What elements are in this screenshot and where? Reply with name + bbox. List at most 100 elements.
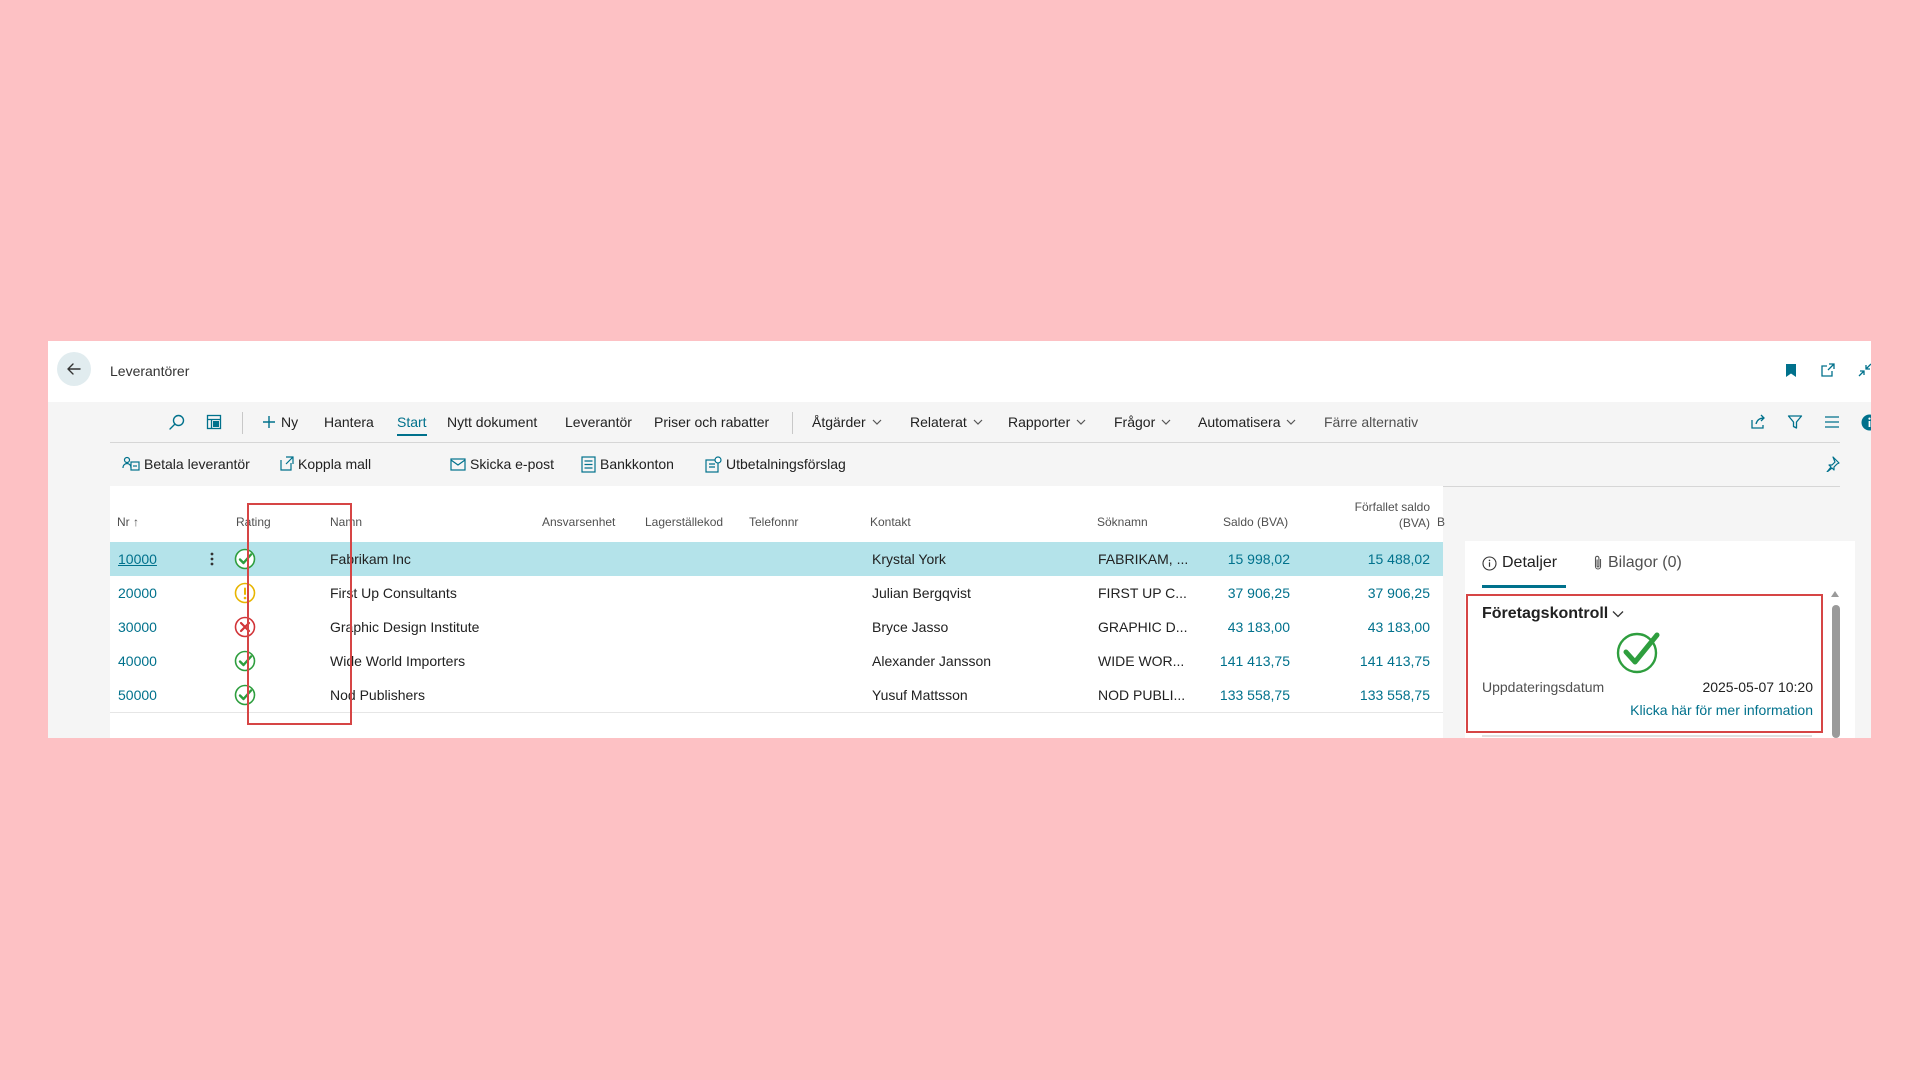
email-icon	[450, 457, 466, 471]
fewer-options-label: Färre alternativ	[1324, 414, 1419, 430]
chevron-down-icon	[1161, 419, 1171, 425]
vendor-balance[interactable]: 141 413,75	[1170, 644, 1290, 678]
vendor-contact: Julian Bergqvist	[872, 585, 971, 601]
new-button-label: Ny	[281, 414, 299, 430]
chevron-down-icon	[872, 419, 882, 425]
arrow-left-icon	[67, 363, 81, 375]
column-header-soknamn-label: Söknamn	[1097, 515, 1148, 529]
list-view-icon	[1825, 416, 1839, 428]
new-button[interactable]: Ny	[262, 402, 298, 442]
row-menu-button[interactable]	[210, 542, 214, 576]
column-header-saldo[interactable]: Saldo (BVA)	[1223, 515, 1288, 529]
column-header-telefonnr-label: Telefonnr	[749, 515, 799, 529]
menu-rapporter[interactable]: Rapporter	[1008, 402, 1086, 442]
separator	[792, 412, 793, 434]
column-header-nr-label: Nr	[117, 515, 130, 529]
send-email-label: Skicka e-post	[470, 456, 555, 472]
tab-start-label: Start	[397, 414, 427, 430]
vendor-overdue-balance[interactable]: 133 558,75	[1310, 678, 1430, 712]
vendor-balance[interactable]: 133 558,75	[1170, 678, 1290, 712]
column-header-forfallet-saldo[interactable]: Förfallet saldo (BVA)	[1330, 499, 1430, 531]
pay-vendor-button[interactable]: Betala leverantör	[122, 442, 250, 486]
menu-atgarder-label: Åtgärder	[812, 414, 866, 430]
menu-automatisera-label: Automatisera	[1198, 414, 1281, 430]
pin-actions-button[interactable]	[1824, 442, 1844, 486]
fewer-options-button[interactable]: Färre alternativ	[1324, 402, 1418, 442]
vendor-overdue-balance[interactable]: 37 906,25	[1310, 576, 1430, 610]
tab-hantera[interactable]: Hantera	[324, 402, 374, 442]
menu-rapporter-label: Rapporter	[1008, 414, 1071, 430]
bank-accounts-label: Bankkonton	[600, 456, 674, 472]
tab-priser-label: Priser och rabatter	[654, 414, 770, 430]
search-button[interactable]	[168, 402, 186, 442]
column-header-forfallet-unit: (BVA)	[1398, 516, 1430, 530]
send-email-button[interactable]: Skicka e-post	[450, 442, 554, 486]
column-header-ansvarsenhet[interactable]: Ansvarsenhet	[542, 515, 615, 529]
vendor-overdue-balance[interactable]: 43 183,00	[1310, 610, 1430, 644]
menu-fragor[interactable]: Frågor	[1114, 402, 1171, 442]
payment-suggestion-button[interactable]: Utbetalningsförslag	[705, 442, 846, 486]
plus-icon	[263, 416, 275, 428]
menu-atgarder[interactable]: Åtgärder	[812, 402, 882, 442]
collapse-button[interactable]	[1856, 361, 1871, 379]
chevron-down-icon	[973, 419, 983, 425]
column-header-lagerstallekod[interactable]: Lagerställekod	[645, 515, 723, 529]
vendor-balance[interactable]: 15 998,02	[1170, 542, 1290, 576]
tab-nytt-dokument[interactable]: Nytt dokument	[447, 402, 537, 442]
info-icon	[1861, 414, 1871, 430]
tab-bilagor[interactable]: Bilagor (0)	[1593, 541, 1682, 585]
vendor-no-link[interactable]: 40000	[118, 644, 157, 678]
column-header-b[interactable]: B	[1437, 515, 1445, 529]
scroll-up-icon[interactable]	[1831, 591, 1839, 597]
vendor-contact: Alexander Jansson	[872, 653, 992, 669]
factbox-pane: Detaljer Bilagor (0) Företagskontroll Up…	[1465, 541, 1855, 738]
collapse-icon	[1858, 363, 1871, 377]
vendor-overdue-balance[interactable]: 15 488,02	[1310, 542, 1430, 576]
title-bar: Leverantörer	[48, 341, 1871, 402]
section-divider	[1482, 735, 1812, 737]
tab-bilagor-label: Bilagor (0)	[1608, 554, 1682, 571]
payment-suggestion-icon	[705, 455, 722, 473]
back-button[interactable]	[57, 352, 91, 386]
vendor-no-link[interactable]: 50000	[118, 678, 157, 712]
pin-icon	[1826, 456, 1840, 472]
bank-accounts-icon	[581, 455, 596, 473]
vendor-no-link[interactable]: 10000	[118, 542, 157, 576]
tab-detaljer[interactable]: Detaljer	[1482, 541, 1557, 585]
menu-relaterat[interactable]: Relaterat	[910, 402, 983, 442]
factbox-toggle-button[interactable]	[1861, 402, 1871, 442]
column-header-telefonnr[interactable]: Telefonnr	[749, 515, 798, 529]
tab-start[interactable]: Start	[397, 402, 427, 442]
vendor-balance[interactable]: 43 183,00	[1170, 610, 1290, 644]
edit-list-button[interactable]	[206, 402, 222, 442]
vendor-contact: Bryce Jasso	[872, 619, 949, 635]
apply-template-button[interactable]: Koppla mall	[278, 442, 371, 486]
factbox-scrollbar-thumb[interactable]	[1832, 605, 1840, 738]
edit-list-icon	[206, 414, 222, 430]
vendor-balance[interactable]: 37 906,25	[1170, 576, 1290, 610]
column-header-soknamn[interactable]: Söknamn	[1097, 515, 1148, 529]
bank-accounts-button[interactable]: Bankkonton	[581, 442, 674, 486]
filter-button[interactable]	[1787, 402, 1803, 442]
tab-priser-och-rabatter[interactable]: Priser och rabatter	[654, 402, 769, 442]
column-header-nr[interactable]: Nr ↑	[117, 515, 139, 529]
bookmark-button[interactable]	[1782, 361, 1800, 379]
share-button[interactable]	[1750, 402, 1767, 442]
vendor-list-window: Leverantörer Ny Hantera Start Nytt dokum…	[48, 341, 1871, 738]
vendor-no-link[interactable]: 30000	[118, 610, 157, 644]
tab-nytt-dokument-label: Nytt dokument	[447, 414, 538, 430]
menu-automatisera[interactable]: Automatisera	[1198, 402, 1296, 442]
column-header-b-label: B	[1437, 515, 1446, 529]
tab-leverantor-label: Leverantör	[565, 414, 632, 430]
vendor-no-link[interactable]: 20000	[118, 576, 157, 610]
vendor-overdue-balance[interactable]: 141 413,75	[1310, 644, 1430, 678]
promoted-actions-bar: Betala leverantör Koppla mall Skicka e-p…	[110, 442, 1840, 487]
column-header-kontakt[interactable]: Kontakt	[870, 515, 911, 529]
open-new-window-button[interactable]	[1819, 361, 1837, 379]
open-in-new-icon	[1821, 363, 1835, 377]
action-bar: Ny Hantera Start Nytt dokument Leverantö…	[110, 402, 1871, 443]
list-view-button[interactable]	[1824, 402, 1840, 442]
apply-template-icon	[280, 456, 294, 471]
vendor-contact: Yusuf Mattsson	[872, 687, 968, 703]
tab-leverantor[interactable]: Leverantör	[565, 402, 632, 442]
